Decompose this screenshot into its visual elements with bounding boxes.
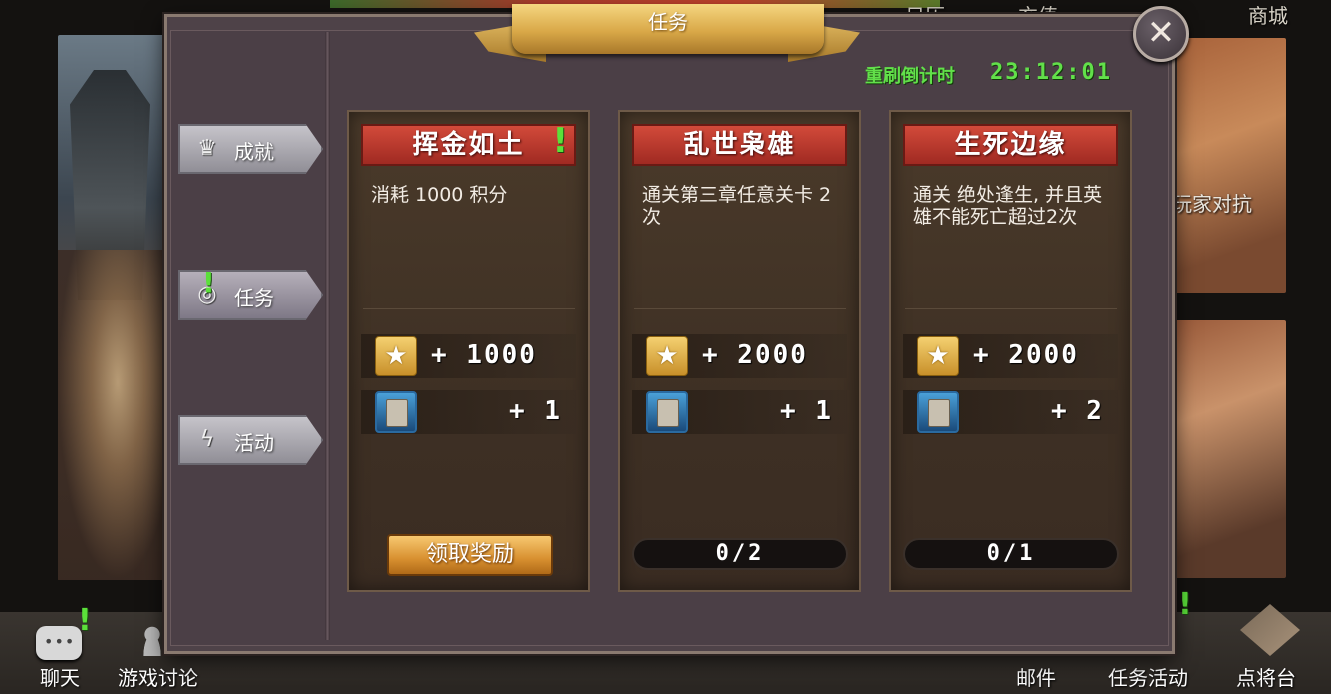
reward-value: + 1 — [509, 396, 562, 426]
star-icon: ★ — [917, 336, 959, 376]
divider — [634, 308, 846, 309]
reward-value: + 1 — [780, 396, 833, 426]
chat-alert-icon: ! — [78, 603, 92, 638]
reward-row: + 1 — [632, 390, 847, 434]
forum-button[interactable]: 游戏讨论 — [118, 662, 198, 691]
tab-label: 活动 — [234, 431, 274, 455]
divider — [363, 308, 575, 309]
star-icon: ★ — [646, 336, 688, 376]
tab-label: 成就 — [234, 140, 274, 164]
crown-icon: ♛ — [197, 136, 217, 161]
quest-description: 通关第三章任意关卡 2 次 — [642, 184, 832, 228]
chat-icon[interactable] — [36, 626, 82, 660]
quest-card: 生死边缘 通关 绝处逢生, 并且英雄不能死亡超过2次 ★ + 2000 + 2 … — [889, 110, 1132, 592]
pvp-mode-panel[interactable] — [1168, 38, 1286, 293]
reward-value: + 2 — [1051, 396, 1104, 426]
reward-row: + 2 — [903, 390, 1118, 434]
quest-card: 挥金如土 ! 消耗 1000 积分 ★ + 1000 + 1 领取奖励 — [347, 110, 590, 592]
quest-card: 乱世枭雄 通关第三章任意关卡 2 次 ★ + 2000 + 1 0/2 — [618, 110, 861, 592]
refresh-countdown-label: 重刷倒计时 — [865, 66, 955, 87]
quest-alert-icon: ! — [552, 121, 568, 161]
quests-alert-icon: ! — [1178, 587, 1192, 622]
star-icon: ★ — [375, 336, 417, 376]
close-button[interactable]: ✕ — [1133, 6, 1189, 62]
chat-button[interactable]: 聊天 — [40, 662, 80, 691]
pvp-mode-label: 玩家对抗 — [1172, 192, 1252, 216]
tab-label: 任务 — [234, 286, 274, 310]
quest-tab-alert-icon: ! — [202, 266, 215, 299]
quest-description: 通关 绝处逢生, 并且英雄不能死亡超过2次 — [913, 184, 1103, 228]
close-icon: ✕ — [1146, 13, 1176, 53]
claim-reward-button[interactable]: 领取奖励 — [387, 534, 553, 576]
top-menu-shop[interactable]: 商城 — [1248, 0, 1288, 29]
quest-title: 生死边缘 — [903, 124, 1118, 166]
reward-row: ★ + 1000 — [361, 334, 576, 378]
mail-button[interactable]: 邮件 — [1016, 662, 1056, 691]
reward-value: + 2000 — [702, 340, 808, 370]
refresh-countdown-timer: 23:12:01 — [990, 60, 1112, 85]
generals-button[interactable]: 点将台 — [1236, 662, 1296, 691]
quest-description: 消耗 1000 积分 — [371, 184, 508, 206]
reward-value: + 2000 — [973, 340, 1079, 370]
tab-quests[interactable]: ◎ ! 任务 — [178, 270, 323, 320]
reward-value: + 1000 — [431, 340, 537, 370]
tab-events[interactable]: ϟ 活动 — [178, 415, 323, 465]
battle-mode-panel[interactable] — [1168, 320, 1286, 578]
reward-row: + 1 — [361, 390, 576, 434]
tab-achievements[interactable]: ♛ 成就 — [178, 124, 323, 174]
quest-activity-button[interactable]: 任务活动 — [1108, 662, 1188, 691]
card-icon — [375, 391, 417, 433]
divider — [905, 308, 1117, 309]
forum-user-icon[interactable] — [140, 626, 164, 656]
lightning-icon: ϟ — [199, 427, 215, 452]
quest-progress: 0/1 — [903, 538, 1119, 570]
reward-row: ★ + 2000 — [632, 334, 847, 378]
card-icon — [917, 391, 959, 433]
tab-divider — [325, 32, 330, 640]
dialog-title: 任务 — [648, 10, 688, 34]
quest-title: 挥金如土 — [361, 124, 576, 166]
quest-progress: 0/2 — [632, 538, 848, 570]
quest-title: 乱世枭雄 — [632, 124, 847, 166]
card-icon — [646, 391, 688, 433]
background-hero-art — [58, 250, 178, 580]
reward-row: ★ + 2000 — [903, 334, 1118, 378]
